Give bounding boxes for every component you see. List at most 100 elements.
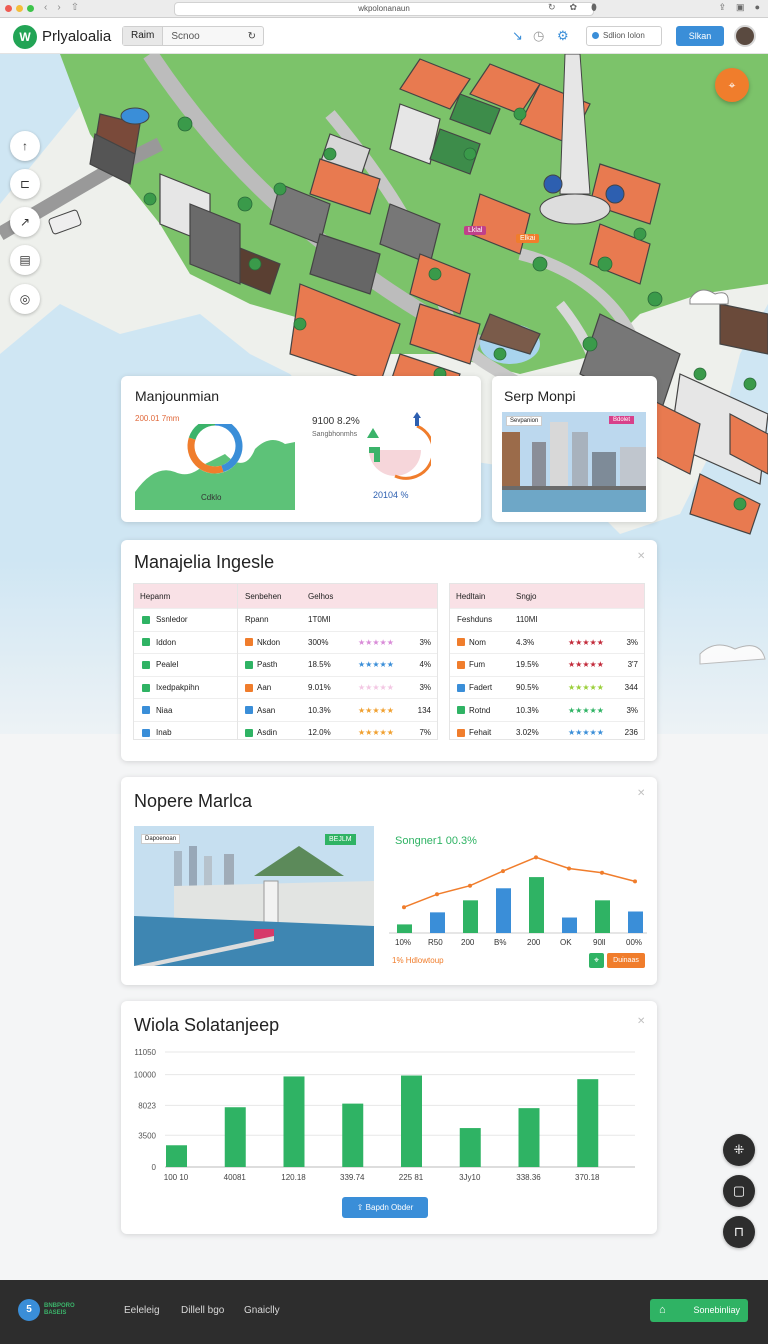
line-point[interactable] <box>633 879 637 884</box>
list-item[interactable]: Inab <box>134 720 237 744</box>
table-row[interactable]: Asan 10.3% ★★★★★ 134 <box>238 698 437 721</box>
download-icon[interactable]: ⇪ <box>719 2 727 13</box>
pin-icon[interactable]: ⌖ <box>589 953 604 968</box>
harbor-photo[interactable] <box>134 826 374 966</box>
line-point[interactable] <box>600 870 604 875</box>
table-cell-value: 110MI <box>516 615 538 625</box>
back-icon[interactable]: ‹ <box>44 2 47 13</box>
profile-icon[interactable]: ● <box>755 2 760 13</box>
bar[interactable] <box>401 1075 422 1167</box>
line-point[interactable] <box>534 855 538 860</box>
footer-logo[interactable]: 5 <box>18 1299 40 1321</box>
city-photo[interactable] <box>502 412 646 512</box>
row-name: Fum <box>469 660 485 670</box>
bar[interactable] <box>283 1076 305 1167</box>
add-marker-button[interactable]: ⌖ <box>715 68 749 102</box>
layers-tool-icon[interactable]: ⊏ <box>10 169 40 199</box>
bar[interactable] <box>166 1145 187 1167</box>
tick-label: 00% <box>626 938 642 947</box>
window-controls[interactable] <box>5 5 34 12</box>
export-button[interactable]: ⇧ Bapdn Obder <box>342 1197 428 1218</box>
bar[interactable] <box>496 888 511 933</box>
line-point[interactable] <box>501 869 505 874</box>
list-item[interactable]: Pealel <box>134 653 237 676</box>
tick-label: B% <box>494 938 506 947</box>
minimize-window-icon[interactable] <box>16 5 23 12</box>
search-input[interactable]: Raim Scnoo ↻ <box>122 26 264 46</box>
tabs-icon[interactable]: ▣ <box>736 2 745 13</box>
bar[interactable] <box>459 1128 481 1167</box>
clock-icon[interactable]: ◷ <box>533 28 544 44</box>
share-icon[interactable]: ⇧ <box>71 2 79 13</box>
extension-icon[interactable]: ✿ <box>570 2 578 13</box>
locate-tool-icon[interactable]: ◎ <box>10 284 40 314</box>
footer-link[interactable]: Dillell bgo <box>181 1305 224 1316</box>
table-row[interactable]: Pasth 18.5% ★★★★★ 4% <box>238 653 437 676</box>
line-point[interactable] <box>468 883 472 888</box>
table-row[interactable]: Asdin 12.0% ★★★★★ 7% <box>238 720 437 744</box>
bar[interactable] <box>562 917 577 933</box>
settings-icon[interactable]: ⚙ <box>557 28 569 44</box>
table-row[interactable]: Aan 9.01% ★★★★★ 3% <box>238 675 437 699</box>
table-row[interactable]: Rpann 1T0MI <box>238 608 437 631</box>
fullscreen-icon[interactable]: ▢ <box>723 1175 755 1207</box>
table-row[interactable]: Rotnd 10.3% ★★★★★ 3% <box>450 698 644 721</box>
footer-link[interactable]: Gnaiclly <box>244 1305 280 1316</box>
close-icon[interactable]: ✕ <box>637 1016 645 1027</box>
line-point[interactable] <box>435 892 439 897</box>
bar[interactable] <box>224 1107 246 1167</box>
compass-tool-icon[interactable]: ↑ <box>10 131 40 161</box>
bar[interactable] <box>430 912 445 933</box>
details-button[interactable]: Duinaas <box>607 953 645 968</box>
bar[interactable] <box>342 1103 364 1167</box>
column-header[interactable]: Senbehen <box>238 592 308 601</box>
list-item[interactable]: Niaa <box>134 698 237 721</box>
map-label-pink[interactable]: Lklal <box>464 226 487 235</box>
bar[interactable] <box>529 877 544 933</box>
maximize-window-icon[interactable] <box>27 5 34 12</box>
brand-logo[interactable]: W <box>13 25 37 49</box>
footer-link[interactable]: Eeleleig <box>124 1305 160 1316</box>
link-icon[interactable]: ↘ <box>512 28 523 44</box>
forward-icon[interactable]: › <box>57 2 60 13</box>
grid-view-icon[interactable]: ⁜ <box>723 1134 755 1166</box>
search-scope-tag[interactable]: Raim <box>123 27 164 45</box>
status-button[interactable]: Sdlion Iolon <box>586 26 662 46</box>
close-icon[interactable]: ✕ <box>637 788 645 799</box>
url-bar[interactable]: wkpolonanaun <box>174 2 594 16</box>
table-row[interactable]: Fadert 90.5% ★★★★★ 344 <box>450 675 644 699</box>
close-icon[interactable]: ✕ <box>637 551 645 562</box>
document-tool-icon[interactable]: ▤ <box>10 245 40 275</box>
bar[interactable] <box>463 900 478 933</box>
subscribe-button[interactable]: Sonebinliay <box>650 1299 748 1322</box>
table-row[interactable]: Nkdon 300% ★★★★★ 3% <box>238 630 437 654</box>
column-header[interactable]: Hedltain <box>450 592 516 601</box>
bar[interactable] <box>595 900 610 933</box>
footer: 5 BNBPORO BASEIS Eeleleig Dillell bgo Gn… <box>0 1280 768 1344</box>
table-row[interactable]: Fum 19.5% ★★★★★ 3'7 <box>450 653 644 676</box>
close-window-icon[interactable] <box>5 5 12 12</box>
list-item[interactable]: Ixedpakpihn <box>134 675 237 699</box>
bar[interactable] <box>518 1108 540 1167</box>
table-row[interactable]: Feshduns 110MI <box>450 608 644 631</box>
table-row[interactable]: Fehait 3.02% ★★★★★ 236 <box>450 720 644 744</box>
list-item[interactable]: Iddon <box>134 630 237 654</box>
bar[interactable] <box>628 911 643 934</box>
avatar[interactable] <box>734 25 756 47</box>
shield-icon[interactable]: ⬮ <box>591 2 597 13</box>
line-point[interactable] <box>402 905 406 910</box>
list-item[interactable]: Ssnledor <box>134 608 237 631</box>
primary-button[interactable]: Slkan <box>676 26 724 46</box>
reload-icon[interactable]: ↻ <box>548 2 556 13</box>
row-name: Asan <box>257 705 276 715</box>
column-header[interactable]: Sngjo <box>516 592 536 601</box>
bar[interactable] <box>577 1079 599 1167</box>
map-label-orange[interactable]: Elkai <box>516 234 540 243</box>
bookmark-icon[interactable]: ⊓ <box>723 1216 755 1248</box>
line-point[interactable] <box>567 866 571 871</box>
column-header[interactable]: Gelhos <box>308 592 333 601</box>
refresh-icon[interactable]: ↻ <box>248 31 263 42</box>
route-tool-icon[interactable]: ↗ <box>10 207 40 237</box>
table-row[interactable]: Nom 4.3% ★★★★★ 3% <box>450 630 644 654</box>
bar[interactable] <box>397 924 412 933</box>
